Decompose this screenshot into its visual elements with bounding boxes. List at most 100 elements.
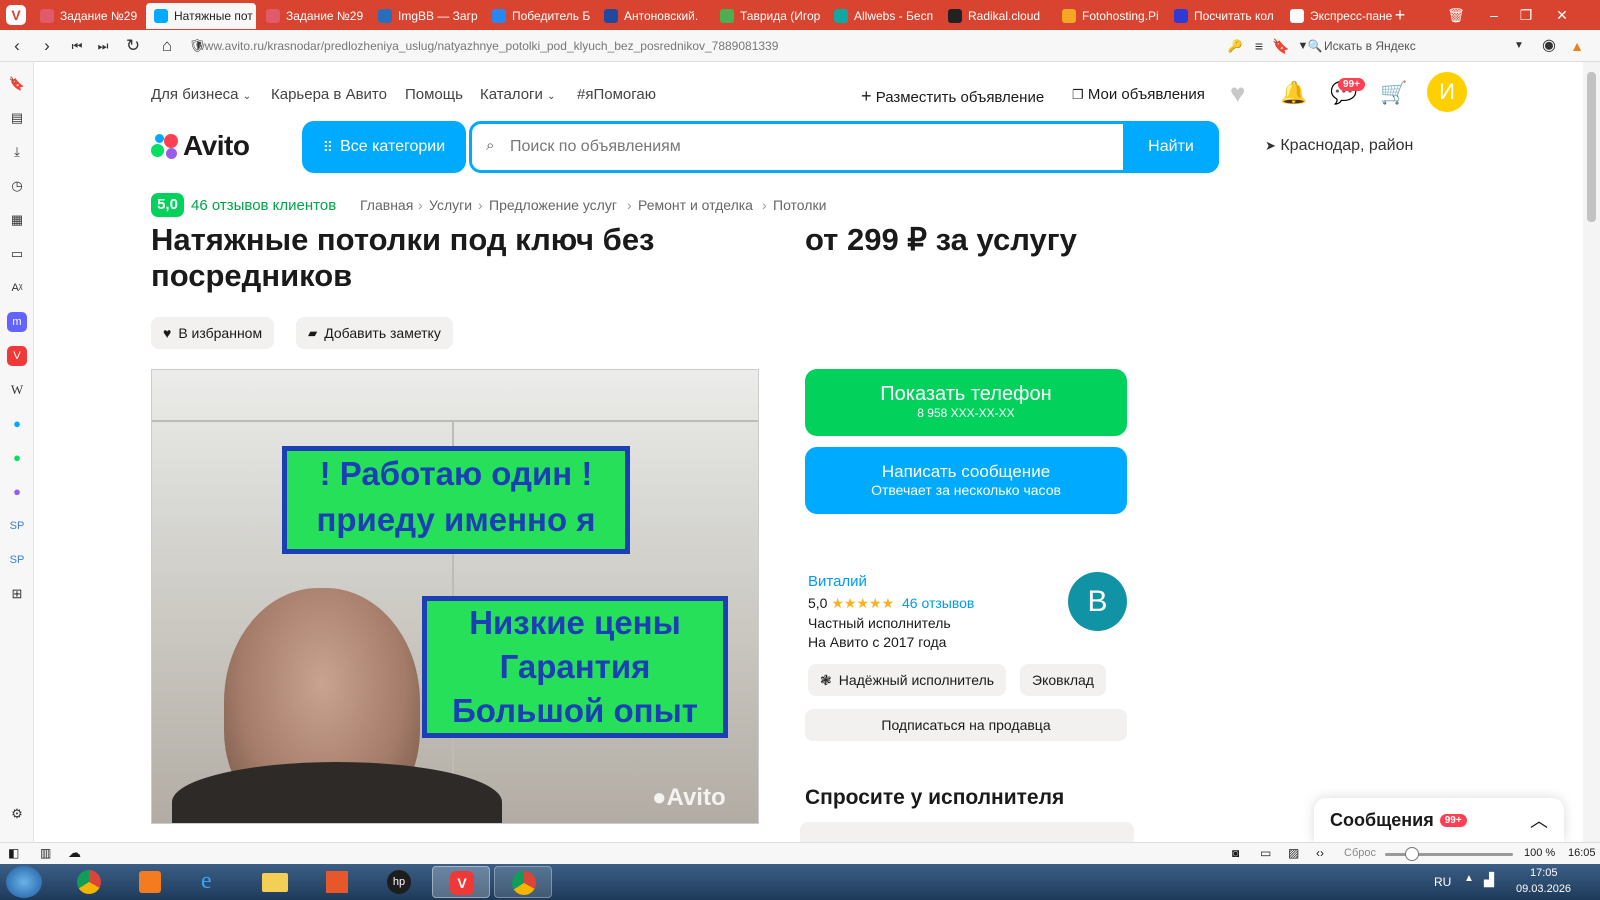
breadcrumb-item[interactable]: Предложение услуг <box>489 197 617 213</box>
notes-icon[interactable]: ▦ <box>7 210 27 230</box>
network-icon[interactable]: ▟ <box>1484 872 1494 888</box>
breadcrumb-item[interactable]: Потолки <box>773 197 826 213</box>
zoom-slider-knob[interactable] <box>1405 847 1419 861</box>
tiling-icon[interactable]: ▥ <box>40 846 51 860</box>
browser-tab[interactable]: Экспресс-пане <box>1282 3 1392 29</box>
yandex-search-input[interactable]: Искать в Яндекс <box>1324 35 1520 57</box>
back-icon[interactable]: ‹ <box>6 35 28 57</box>
notifications-bell-icon[interactable]: 🔔 <box>1280 80 1307 106</box>
rating-reviews-link[interactable]: 46 отзывов клиентов <box>191 197 336 214</box>
browser-tab[interactable]: Задание №29 <box>258 3 368 29</box>
key-icon[interactable]: 🔑 <box>1224 35 1246 57</box>
sp-panel-icon[interactable]: SP <box>7 550 27 570</box>
home-icon[interactable]: ⌂ <box>156 35 178 57</box>
seller-avatar[interactable]: В <box>1068 572 1127 631</box>
reader-icon[interactable]: ≡ <box>1248 35 1270 57</box>
reliable-badge[interactable]: ❃ Надёжный исполнитель <box>808 664 1007 696</box>
settings-icon[interactable]: ⚙ <box>7 804 27 824</box>
search-dropdown-icon[interactable]: ▼ <box>1508 35 1530 57</box>
messages-widget[interactable]: Сообщения 99+ ︿ <box>1314 798 1564 842</box>
scrollbar-thumb[interactable] <box>1587 72 1596 222</box>
favorite-button[interactable]: ♥ В избранном <box>151 317 275 349</box>
vivaldi-taskbar-icon[interactable]: V <box>432 866 490 898</box>
avito-panel-icon[interactable]: ● <box>7 414 27 434</box>
tray-expand-icon[interactable]: ▲ <box>1464 873 1474 884</box>
close-window-button[interactable]: ✕ <box>1548 4 1576 26</box>
minimize-button[interactable]: – <box>1480 4 1508 26</box>
browser-tab[interactable]: Задание №29 <box>32 3 142 29</box>
browser-tab[interactable]: Победитель Б <box>484 3 594 29</box>
new-tab-button[interactable]: + <box>1386 4 1414 26</box>
translate-icon[interactable]: Aᵡ <box>7 278 27 298</box>
image-icon[interactable]: ▨ <box>1288 846 1299 860</box>
sync-cloud-icon[interactable]: ☁ <box>68 845 81 861</box>
zoom-slider[interactable] <box>1385 847 1513 861</box>
career-link[interactable]: Карьера в Авито <box>271 86 387 103</box>
browser-tab[interactable]: Натяжные пот <box>146 3 256 29</box>
breadcrumb-item[interactable]: Ремонт и отделка <box>638 197 753 213</box>
window-panel-icon[interactable]: ▭ <box>7 244 27 264</box>
ask-question-field[interactable] <box>800 822 1134 842</box>
listing-photo[interactable]: ! Работаю один ! приеду именно я Низкие … <box>151 369 759 824</box>
panel-toggle-icon[interactable]: ◧ <box>8 846 19 860</box>
search-engine-icon[interactable]: 🔍 <box>1304 35 1326 57</box>
browser-tab[interactable]: Fotohosting.Pi <box>1054 3 1164 29</box>
reading-list-icon[interactable]: ▤ <box>7 108 27 128</box>
keyboard-language[interactable]: RU <box>1434 875 1451 889</box>
browser-tab[interactable]: Таврида (Игор <box>712 3 822 29</box>
office-icon[interactable] <box>308 866 366 898</box>
forward-icon[interactable]: › <box>36 35 58 57</box>
browser-tab[interactable]: Allwebs - Бесп <box>826 3 936 29</box>
trash-icon[interactable]: 🗑 <box>1442 4 1470 26</box>
chrome-profile-taskbar-icon[interactable] <box>494 866 552 898</box>
user-avatar[interactable]: И <box>1427 72 1467 112</box>
business-link[interactable]: Для бизнеса ⌄ <box>151 86 251 103</box>
chrome-taskbar-icon[interactable] <box>60 866 118 898</box>
add-panel-icon[interactable]: ⊞ <box>7 584 27 604</box>
start-button[interactable] <box>6 866 42 898</box>
avito-logo[interactable]: Avito <box>151 130 250 162</box>
browser-tab[interactable]: ImgBB — Загр <box>370 3 480 29</box>
breadcrumb-item[interactable]: Главная <box>360 197 413 213</box>
subscribe-button[interactable]: Подписаться на продавца <box>805 709 1127 741</box>
breadcrumb-item[interactable]: Услуги <box>429 197 472 213</box>
help-tag-link[interactable]: #яПомогаю <box>577 86 656 103</box>
bookmarks-panel-icon[interactable]: 🔖 <box>7 74 27 94</box>
file-explorer-icon[interactable] <box>246 866 304 898</box>
capture-icon[interactable]: ◙ <box>1232 846 1239 860</box>
media-player-icon[interactable] <box>120 866 178 898</box>
all-categories-button[interactable]: ⠿ Все категории <box>302 121 466 173</box>
taskbar-date[interactable]: 09.03.2026 <box>1516 883 1571 895</box>
reload-icon[interactable]: ↻ <box>122 35 144 57</box>
search-input[interactable]: Поиск по объявлениям <box>510 138 681 156</box>
internet-explorer-icon[interactable]: e <box>184 866 242 898</box>
sp-panel-icon[interactable]: SP <box>7 516 27 536</box>
browser-tab[interactable]: Посчитать кол <box>1166 3 1276 29</box>
window-icon[interactable]: ▭ <box>1260 846 1271 860</box>
avito-panel-icon[interactable]: ● <box>7 448 27 468</box>
catalogs-link[interactable]: Каталоги ⌄ <box>480 86 555 103</box>
wikipedia-icon[interactable]: W <box>7 380 27 400</box>
maximize-button[interactable]: ❐ <box>1512 4 1540 26</box>
search-button[interactable]: Найти <box>1123 121 1219 173</box>
code-icon[interactable]: ‹› <box>1316 846 1324 860</box>
vivaldi-menu-icon[interactable]: V <box>6 5 26 25</box>
bookmark-icon[interactable]: 🔖 <box>1270 35 1292 57</box>
hp-icon[interactable]: hp <box>370 866 428 898</box>
mastodon-icon[interactable]: m <box>7 312 27 332</box>
post-ad-link[interactable]: + Разместить объявление <box>861 86 1044 107</box>
browser-tab[interactable]: Антоновский. <box>596 3 706 29</box>
profile-icon[interactable]: ◉ <box>1538 35 1560 57</box>
url-field[interactable]: www.avito.ru/krasnodar/predlozheniya_usl… <box>196 35 1276 57</box>
history-icon[interactable]: ◷ <box>7 176 27 196</box>
add-note-button[interactable]: ▰ Добавить заметку <box>296 317 453 349</box>
fox-extension-icon[interactable]: ▲ <box>1566 35 1588 57</box>
cart-icon[interactable]: 🛒 <box>1380 80 1407 106</box>
zoom-reset-link[interactable]: Сброс <box>1344 847 1376 859</box>
taskbar-time[interactable]: 17:05 <box>1530 867 1558 879</box>
vivaldi-panel-icon[interactable]: V <box>7 346 27 366</box>
downloads-icon[interactable]: ⤓ <box>7 142 27 162</box>
rewind-icon[interactable]: ⏮ <box>66 35 88 57</box>
location-selector[interactable]: ➤ Краснодар, район <box>1265 137 1413 155</box>
help-link[interactable]: Помощь <box>405 86 463 103</box>
